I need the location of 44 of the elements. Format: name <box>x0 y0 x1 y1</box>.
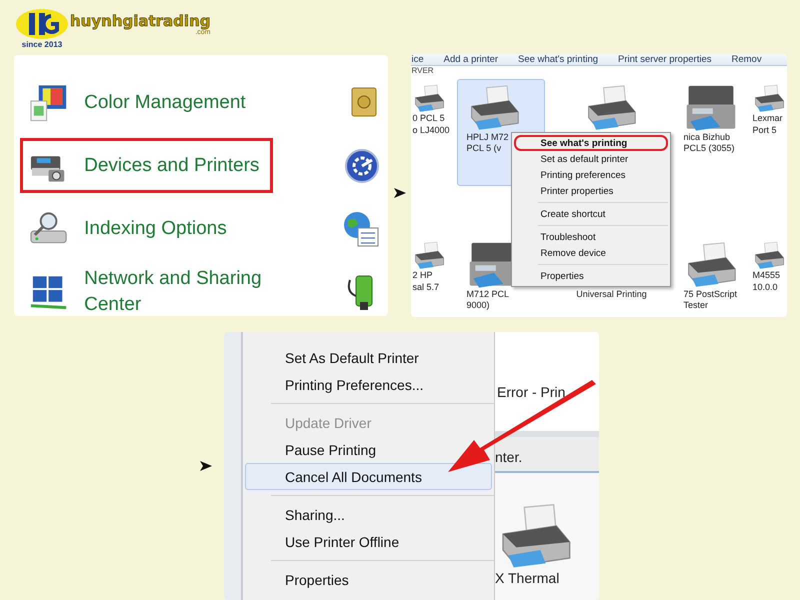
clock-arrows-icon <box>344 148 380 184</box>
menu-item[interactable]: Properties <box>514 268 668 284</box>
menu-item[interactable]: Properties <box>245 566 492 593</box>
logo-wordmark: huynhgiatrading <box>70 14 210 29</box>
menu-item[interactable]: Sharing... <box>245 501 492 528</box>
menu-item[interactable]: Printer properties <box>514 183 668 199</box>
logo-icon <box>15 8 69 40</box>
control-panel-item[interactable]: Devices and Printers <box>20 138 273 193</box>
monitor-color-icon <box>29 82 68 122</box>
menu-item[interactable]: Set As Default Printer <box>245 344 492 371</box>
toolbar-button[interactable]: ice <box>411 54 424 65</box>
printer-tile[interactable]: Lexmar Port 5 <box>751 79 787 186</box>
printer-tile[interactable]: M4555 10.0.0 <box>751 236 787 317</box>
status-text: Error - Prin <box>497 384 566 400</box>
pointer-arrow-icon <box>394 186 406 198</box>
globe-checklist-icon <box>342 210 380 248</box>
printer-icon <box>752 241 786 270</box>
pointer-arrow-icon <box>200 460 212 472</box>
menu-item[interactable]: Pause Printing <box>245 436 492 463</box>
control-panel-item[interactable]: Color Management <box>20 75 273 130</box>
printer-icon <box>412 84 446 113</box>
control-panel-item[interactable]: Network and Sharing Center <box>20 264 273 316</box>
printer-label: X Thermal <box>495 570 560 586</box>
menu-item[interactable]: Create shortcut <box>514 206 668 222</box>
menu-item[interactable]: See what's printing <box>514 135 668 151</box>
control-panel-item[interactable]: Indexing Options <box>20 201 273 256</box>
menu-item[interactable]: Troubleshoot <box>514 229 668 245</box>
toolbar-button[interactable]: Add a printer <box>444 54 498 65</box>
printer-tile[interactable]: nica Bizhub PCL5 (3055) <box>677 79 746 186</box>
menu-item[interactable]: Use Printer Offline <box>245 528 492 555</box>
group-header: RVER <box>411 66 435 75</box>
printer-tile[interactable]: 0 PCL 5 o LJ4000 <box>411 79 452 186</box>
printer-tile[interactable]: 75 PostScript Tester <box>677 236 746 317</box>
printer-tile[interactable]: 2 HP sal 5.7 <box>411 236 452 317</box>
printer-icon <box>412 241 446 270</box>
menu-item[interactable]: Remove device <box>514 245 668 261</box>
toolbar-button[interactable]: See what's printing <box>518 54 598 65</box>
toolbar-button[interactable]: Remov <box>731 54 762 65</box>
menu-item[interactable]: Printing Preferences... <box>245 371 492 398</box>
logo-tagline: since 2013 <box>22 40 62 49</box>
message-text: nter. <box>495 449 522 465</box>
menu-item[interactable]: Cancel All Documents <box>245 463 492 490</box>
printer-icon <box>752 84 786 113</box>
toolbar-button[interactable]: Print server properties <box>618 54 712 65</box>
